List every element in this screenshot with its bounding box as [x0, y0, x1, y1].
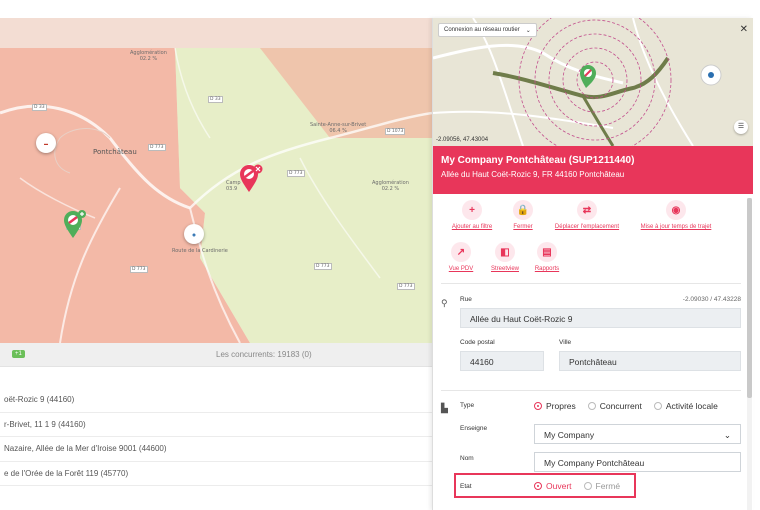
- action-bar: + Ajouter au filtre 🔒 Fermer ⇄ Déplacer …: [433, 196, 745, 286]
- cp-label: Code postal: [460, 339, 495, 346]
- road-tag: D 773: [287, 170, 305, 177]
- status-highlight-box: [454, 473, 636, 498]
- reports-button[interactable]: ▤ Rapports: [531, 242, 563, 272]
- lock-icon: 🔒: [513, 200, 533, 220]
- top-strip: [0, 0, 760, 18]
- store-type-icon: ▙: [441, 403, 448, 413]
- network-select[interactable]: Connexion au réseau routier ⌄: [438, 23, 537, 37]
- list-item[interactable]: Nazaire, Allée de la Mer d'Iroise 9001 (…: [0, 437, 432, 462]
- map-label-agglo-right: Agglomération 02.2 %: [372, 180, 409, 192]
- list-item[interactable]: oët-Rozic 9 (44160): [0, 388, 432, 413]
- postcode-input[interactable]: 44160: [460, 351, 544, 371]
- divider: [441, 390, 741, 391]
- store-logo-icon: ◉: [184, 224, 204, 244]
- streetview-icon: ◧: [495, 242, 515, 262]
- location-pin-icon: ◉: [666, 200, 686, 220]
- move-location-button[interactable]: ⇄ Déplacer l'emplacement: [550, 200, 624, 230]
- update-travel-time-button[interactable]: ◉ Mise à jour temps de trajet: [636, 200, 716, 230]
- nom-label: Nom: [460, 455, 474, 462]
- radio-dot: [587, 402, 596, 410]
- main-map[interactable]: Agglomération 02.2 % Sainte-Anne-sur-Briv…: [0, 18, 432, 343]
- store-address: Allée du Haut Coët-Rozic 9, FR 44160 Pon…: [441, 170, 625, 179]
- mini-map-coords: -2.09056, 47.43004: [436, 137, 489, 143]
- ville-label: Ville: [559, 339, 572, 346]
- toggle-icon: ⇄: [577, 200, 597, 220]
- add-to-filter-button[interactable]: + Ajouter au filtre: [447, 200, 497, 230]
- panel-scrollbar[interactable]: [747, 198, 752, 510]
- road-tag: D 773: [130, 266, 148, 273]
- store-logo-icon: ▬: [36, 133, 56, 153]
- road-tag: D 773: [148, 144, 166, 151]
- street-input[interactable]: Allée du Haut Coët-Rozic 9: [460, 308, 741, 328]
- rue-label: Rue: [460, 296, 472, 303]
- count-tag[interactable]: +1: [12, 350, 25, 358]
- store-list: oët-Rozic 9 (44160) r-Brivet, 11 1 9 (44…: [0, 388, 432, 486]
- list-header: +1 Les concurrents: 19183 (0): [0, 343, 432, 367]
- competitor-pin[interactable]: ◉: [184, 224, 204, 244]
- competitors-count: Les concurrents: 19183 (0): [216, 350, 312, 359]
- chevron-down-icon: ⌄: [525, 27, 531, 34]
- type-label: Type: [460, 402, 475, 409]
- map-label-carrefour: Route de la Cardinerie: [172, 248, 228, 254]
- map-canvas: [0, 18, 432, 343]
- close-icon[interactable]: ✕: [740, 24, 748, 35]
- map-label-sainte-anne: Sainte-Anne-sur-Brivet 06.4 %: [310, 122, 367, 134]
- radio-dot: [534, 402, 542, 410]
- road-tag: D 33: [208, 96, 223, 103]
- external-link-icon: ↗: [451, 242, 471, 262]
- map-label-agglo-top: Agglomération 02.2 %: [130, 50, 167, 62]
- divider: [441, 283, 741, 284]
- own-store-pin-icon[interactable]: [62, 210, 88, 240]
- store-banner: My Company Pontchâteau (SUP1211440) Allé…: [433, 146, 753, 194]
- mini-map-canvas: [433, 18, 753, 146]
- radio-dot: [653, 402, 662, 410]
- list-item[interactable]: r-Brivet, 11 1 9 (44160): [0, 413, 432, 437]
- scrollbar-thumb[interactable]: [747, 198, 752, 398]
- road-tag: D 773: [397, 283, 415, 290]
- store-title: My Company Pontchâteau (SUP1211440): [441, 155, 635, 166]
- competitor-pin[interactable]: ▬: [36, 133, 56, 153]
- type-concurrent-radio[interactable]: Concurrent: [587, 401, 642, 411]
- city-input[interactable]: Pontchâteau: [559, 351, 741, 371]
- close-store-button[interactable]: 🔒 Fermer: [505, 200, 541, 230]
- closed-store-pin-icon[interactable]: [238, 164, 264, 194]
- road-tag: D 1073: [385, 128, 406, 135]
- layers-icon[interactable]: ☰: [734, 120, 748, 134]
- streetview-button[interactable]: ◧ Streetview: [488, 242, 522, 272]
- enseigne-select[interactable]: My Company ⌄: [534, 424, 741, 444]
- plus-icon: +: [462, 200, 482, 220]
- pdv-view-button[interactable]: ↗ Vue PDV: [447, 242, 475, 272]
- road-tag: D 33: [32, 104, 47, 111]
- printer-icon: ▤: [537, 242, 557, 262]
- type-radio-group: Propres Concurrent Activité locale: [534, 401, 718, 411]
- type-activite-radio[interactable]: Activité locale: [653, 401, 718, 411]
- list-item[interactable]: e de l'Orée de la Forêt 119 (45770): [0, 462, 432, 486]
- app-root: Agglomération 02.2 % Sainte-Anne-sur-Briv…: [0, 0, 760, 510]
- coords-display: -2.09030 / 47.43228: [682, 296, 741, 303]
- map-label-pontchateau: Pontchâteau: [93, 148, 137, 156]
- road-tag: D 773: [314, 263, 332, 270]
- mini-map[interactable]: Connexion au réseau routier ⌄ ✕ -2.09056,…: [433, 18, 753, 146]
- name-input[interactable]: My Company Pontchâteau: [534, 452, 741, 472]
- location-pin-icon: ⚲: [441, 298, 448, 308]
- enseigne-label: Enseigne: [460, 425, 488, 432]
- type-propres-radio[interactable]: Propres: [534, 401, 576, 411]
- chevron-down-icon: ⌄: [723, 430, 731, 440]
- detail-panel: Connexion au réseau routier ⌄ ✕ -2.09056,…: [432, 18, 753, 510]
